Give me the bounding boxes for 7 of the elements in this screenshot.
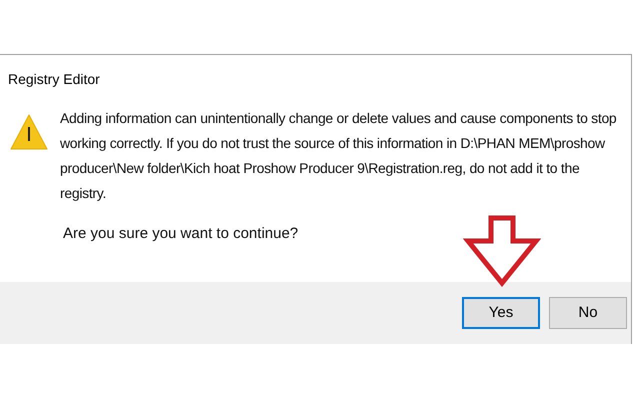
message-text: Adding information can unintentionally change or delete values and cause components to stop working correctly. If you do not trust the source of this information in D:\PHAN MEM\proshow producer\New folder\Kich hoat Proshow Producer 9\Registration.reg, do not add it to the registry. <box>60 109 618 203</box>
arrow-icon <box>463 215 541 287</box>
question-text: Are you sure you want to continue? <box>63 224 298 244</box>
no-button[interactable]: No <box>549 297 627 329</box>
yes-button[interactable]: Yes <box>462 297 540 329</box>
warning-icon <box>10 114 48 150</box>
window-title: Registry Editor <box>8 70 100 89</box>
